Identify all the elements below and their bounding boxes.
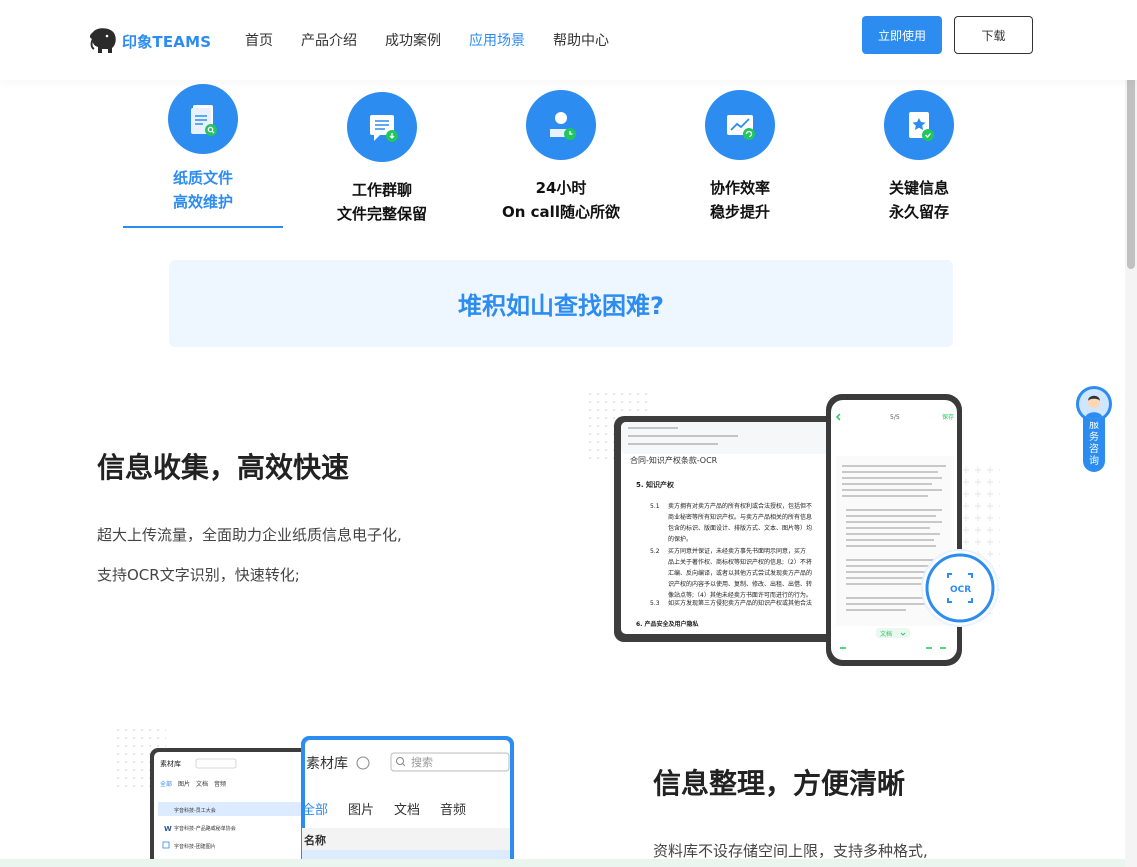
top-header: 印象TEAMS 首页 产品介绍 成功案例 应用场景 帮助中心 立即使用 下载	[0, 0, 1137, 80]
lib-tab-images[interactable]: 图片	[348, 803, 374, 818]
clause-line: 包含的标识、版面设计、排版方式、文本、图片等）均	[668, 524, 812, 532]
star-check-icon	[884, 90, 954, 160]
nav-help[interactable]: 帮助中心	[553, 30, 609, 50]
chart-refresh-icon	[705, 90, 775, 160]
clause-line: 品上关于著作权、商标权等知识产权的信息;（2）不将	[668, 558, 812, 566]
clause-line: 如买方发现第三方侵犯卖方产品的知识产权或其他合法	[668, 599, 812, 607]
lib-tab-docs[interactable]: 文档	[394, 803, 420, 818]
customer-service-widget[interactable]: 服务咨询	[1076, 386, 1112, 474]
phone-format-dropdown: 文档	[880, 630, 892, 638]
section1-desc-2: 支持OCR文字识别，快速转化;	[97, 566, 300, 584]
material-library-illustration: 素材库 全部 图片 文档 音频 字音科技-员工大会 W 字音科技-产品路或秘单协…	[116, 728, 514, 867]
active-tab-underline	[123, 226, 283, 228]
section2-desc-1: 资料库不设存储空间上限，支持多种格式,	[653, 842, 928, 860]
nav-products[interactable]: 产品介绍	[301, 30, 357, 50]
clause-line: 卖方拥有对卖方产品的所有权利或合法授权，包括但不	[668, 502, 812, 510]
lib-tab-small: 图片	[178, 780, 190, 788]
logo[interactable]: 印象TEAMS	[88, 27, 211, 55]
clause-line: 汇编、反向编译，或者以其他方式尝试发现卖方产品的	[668, 569, 812, 577]
phone-page-indicator: 5/5	[890, 414, 900, 421]
tab-24h[interactable]: 24小时 On call随心所欲	[471, 84, 651, 224]
lib-column-name: 名称	[304, 833, 326, 847]
main-nav: 首页 产品介绍 成功案例 应用场景 帮助中心	[245, 30, 637, 50]
ocr-label: OCR	[950, 585, 971, 595]
logo-text: 印象TEAMS	[122, 32, 212, 51]
download-button[interactable]: 下载	[954, 16, 1033, 54]
lib-tab-small: 全部	[160, 780, 172, 788]
doc-heading-6: 6. 产品安全及用户隐私	[636, 620, 699, 628]
clause-line: 的保护。	[668, 535, 692, 543]
library-title: 素材库	[306, 756, 348, 772]
clause-line: 商业秘密等所有知识产权。与卖方产品相关的所有信息	[668, 513, 812, 521]
lib-tab-small: 文档	[196, 780, 208, 788]
paper-file-search-icon	[168, 84, 238, 154]
clause-line: 买方同意并保证，未经卖方事先书面明示同意，买方	[668, 547, 806, 555]
doc-heading-5: 5. 知识产权	[636, 480, 675, 489]
agent-avatar-icon	[1085, 395, 1103, 419]
tab-group-chat[interactable]: 工作群聊 文件完整保留	[292, 84, 472, 226]
clause-num: 5.2	[650, 548, 660, 555]
lib-row: 字音科技-员工大会	[174, 807, 216, 814]
clause-num: 5.1	[650, 503, 660, 510]
library-search-input[interactable]: 搜索	[411, 755, 433, 769]
nav-cases[interactable]: 成功案例	[385, 30, 441, 50]
word-icon: W	[164, 825, 172, 833]
nav-home[interactable]: 首页	[245, 30, 273, 50]
lib-tab-audio[interactable]: 音频	[440, 802, 466, 818]
clause-num: 5.3	[650, 600, 660, 607]
doc-title: 合同-知识产权条款-OCR	[630, 455, 718, 465]
lib-tab-all[interactable]: 全部	[302, 802, 328, 818]
elephant-logo-icon	[89, 28, 116, 53]
tab-label: 协作效率 稳步提升	[709, 179, 770, 221]
tab-paper-files[interactable]: 纸质文件 高效维护	[113, 84, 293, 214]
service-avatar	[1076, 386, 1112, 422]
tab-label: 关键信息 永久留存	[888, 179, 949, 221]
tab-label: 纸质文件 高效维护	[172, 169, 233, 211]
bottom-strip	[0, 859, 1125, 867]
section1-desc-1: 超大上传流量，全面助力企业纸质信息电子化,	[97, 526, 402, 544]
chat-download-icon	[347, 92, 417, 162]
tab-label: 工作群聊 文件完整保留	[336, 181, 427, 223]
section1-title: 信息收集，高效快速	[97, 451, 350, 484]
phone-save: 保存	[942, 413, 954, 421]
clause-line: 识产权的内容予以使用、复制、修改、出租、出借、转	[668, 580, 812, 588]
scenario-tabs: 纸质文件 高效维护 工作群聊 文件完整保留 24小时 On call随心所欲 协…	[110, 84, 1010, 234]
tab-collaboration[interactable]: 协作效率 稳步提升	[650, 84, 830, 224]
user-clock-icon	[526, 90, 596, 160]
clause-line: 像站点等;（4）其他未经卖方书面许可而进行的行为。	[668, 591, 812, 599]
tab-key-info[interactable]: 关键信息 永久留存	[829, 84, 1009, 224]
page-scrollbar[interactable]	[1125, 0, 1137, 867]
banner-text: 堆积如山查找困难?	[458, 292, 664, 320]
ocr-document-illustration: 合同-知识产权条款-OCR 5. 知识产权 5.1 5.2 5.3 卖方拥有对卖…	[588, 392, 1000, 666]
lib-tab-small: 音频	[214, 780, 226, 788]
lib-row: 字音科技-产品路或秘单协会	[174, 825, 236, 832]
use-now-button[interactable]: 立即使用	[862, 16, 942, 54]
nav-scenarios[interactable]: 应用场景	[469, 30, 525, 50]
section2-title: 信息整理，方便清晰	[653, 767, 906, 800]
scenario-banner: 堆积如山查找困难?	[169, 260, 953, 347]
library-title-small: 素材库	[160, 759, 181, 768]
tab-label: 24小时 On call随心所欲	[502, 179, 620, 221]
lib-row: 字音科技-团建图片	[174, 843, 216, 850]
